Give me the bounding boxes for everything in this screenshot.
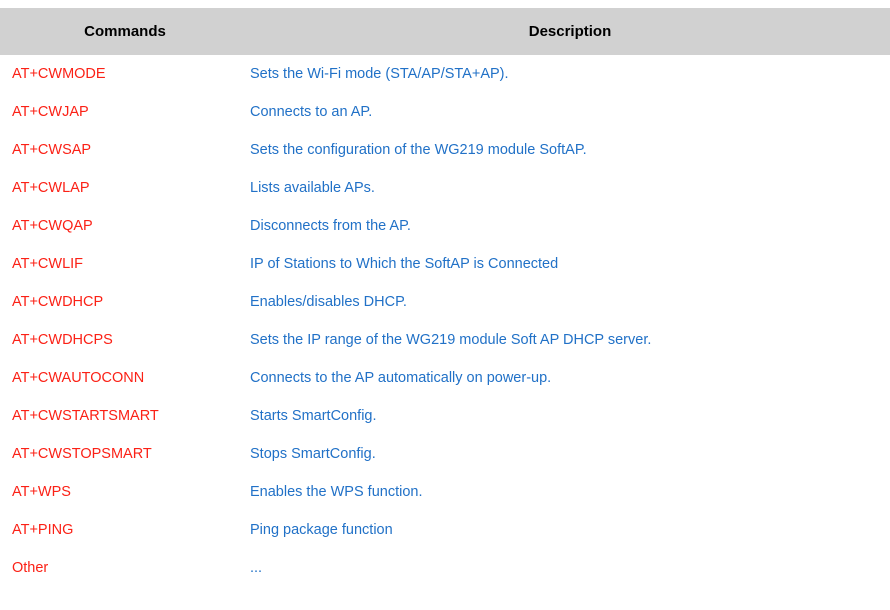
table-row: AT+CWJAP Connects to an AP. xyxy=(0,93,890,131)
table-row: AT+CWDHCPS Sets the IP range of the WG219… xyxy=(0,321,890,359)
cell-description: Sets the IP range of the WG219 module So… xyxy=(250,332,652,348)
cell-command: Other xyxy=(12,560,49,576)
table-row: AT+CWLAP Lists available APs. xyxy=(0,169,890,207)
cell-description: Sets the Wi-Fi mode (STA/AP/STA+AP). xyxy=(250,66,509,82)
cell-command: AT+CWJAP xyxy=(12,104,89,120)
cell-command: AT+PING xyxy=(12,522,74,538)
cell-command: AT+CWSTOPSMART xyxy=(12,446,152,462)
at-command-table: Commands Description AT+CWMODE Sets the W… xyxy=(0,0,890,610)
table-header-row: Commands Description xyxy=(0,8,890,55)
cell-command: AT+WPS xyxy=(12,484,71,500)
column-header-description: Description xyxy=(528,23,612,40)
cell-command: AT+CWQAP xyxy=(12,218,93,234)
cell-command: AT+CWLIF xyxy=(12,256,84,272)
cell-description: Disconnects from the AP. xyxy=(250,218,411,234)
cell-command: AT+CWAUTOCONN xyxy=(12,370,145,386)
table-row: AT+CWMODE Sets the Wi-Fi mode (STA/AP/STA… xyxy=(0,55,890,93)
cell-description: IP of Stations to Which the SoftAP is Co… xyxy=(250,256,559,272)
cell-description: ... xyxy=(250,560,263,576)
cell-description: Sets the configuration of the WG219 modu… xyxy=(250,142,587,158)
table-row: AT+CWSAP Sets the configuration of the WG… xyxy=(0,131,890,169)
cell-command: AT+CWMODE xyxy=(12,66,106,82)
cell-description: Lists available APs. xyxy=(250,180,375,196)
column-header-commands: Commands xyxy=(84,23,166,40)
table-row: Other... xyxy=(0,549,890,587)
cell-command: AT+CWDHCP xyxy=(12,294,104,310)
table-body: AT+CWMODE Sets the Wi-Fi mode (STA/AP/STA… xyxy=(0,55,890,587)
table-row: AT+CWSTOPSMART Stops SmartConfig. xyxy=(0,435,890,473)
cell-command: AT+CWSTARTSMART xyxy=(12,408,159,424)
cell-description: Enables/disables DHCP. xyxy=(250,294,407,310)
table-row: AT+CWQAP Disconnects from the AP. xyxy=(0,207,890,245)
table-row: AT+PING Ping package function xyxy=(0,511,890,549)
cell-command: AT+CWDHCPS xyxy=(12,332,113,348)
table-row: AT+CWLIF IP of Stations to Which the Soft… xyxy=(0,245,890,283)
cell-description: Enables the WPS function. xyxy=(250,484,423,500)
cell-description: Stops SmartConfig. xyxy=(250,446,376,462)
cell-command: AT+CWLAP xyxy=(12,180,90,196)
table-row: AT+WPS Enables the WPS function. xyxy=(0,473,890,511)
cell-command: AT+CWSAP xyxy=(12,142,92,158)
cell-description: Ping package function xyxy=(250,522,393,538)
cell-description: Starts SmartConfig. xyxy=(250,408,377,424)
cell-description: Connects to an AP. xyxy=(250,104,373,120)
table-row: AT+CWAUTOCONN Connects to the AP automati… xyxy=(0,359,890,397)
cell-description: Connects to the AP automatically on powe… xyxy=(250,370,552,386)
table-row: AT+CWSTARTSMART Starts SmartConfig. xyxy=(0,397,890,435)
table-row: AT+CWDHCP Enables/disables DHCP. xyxy=(0,283,890,321)
